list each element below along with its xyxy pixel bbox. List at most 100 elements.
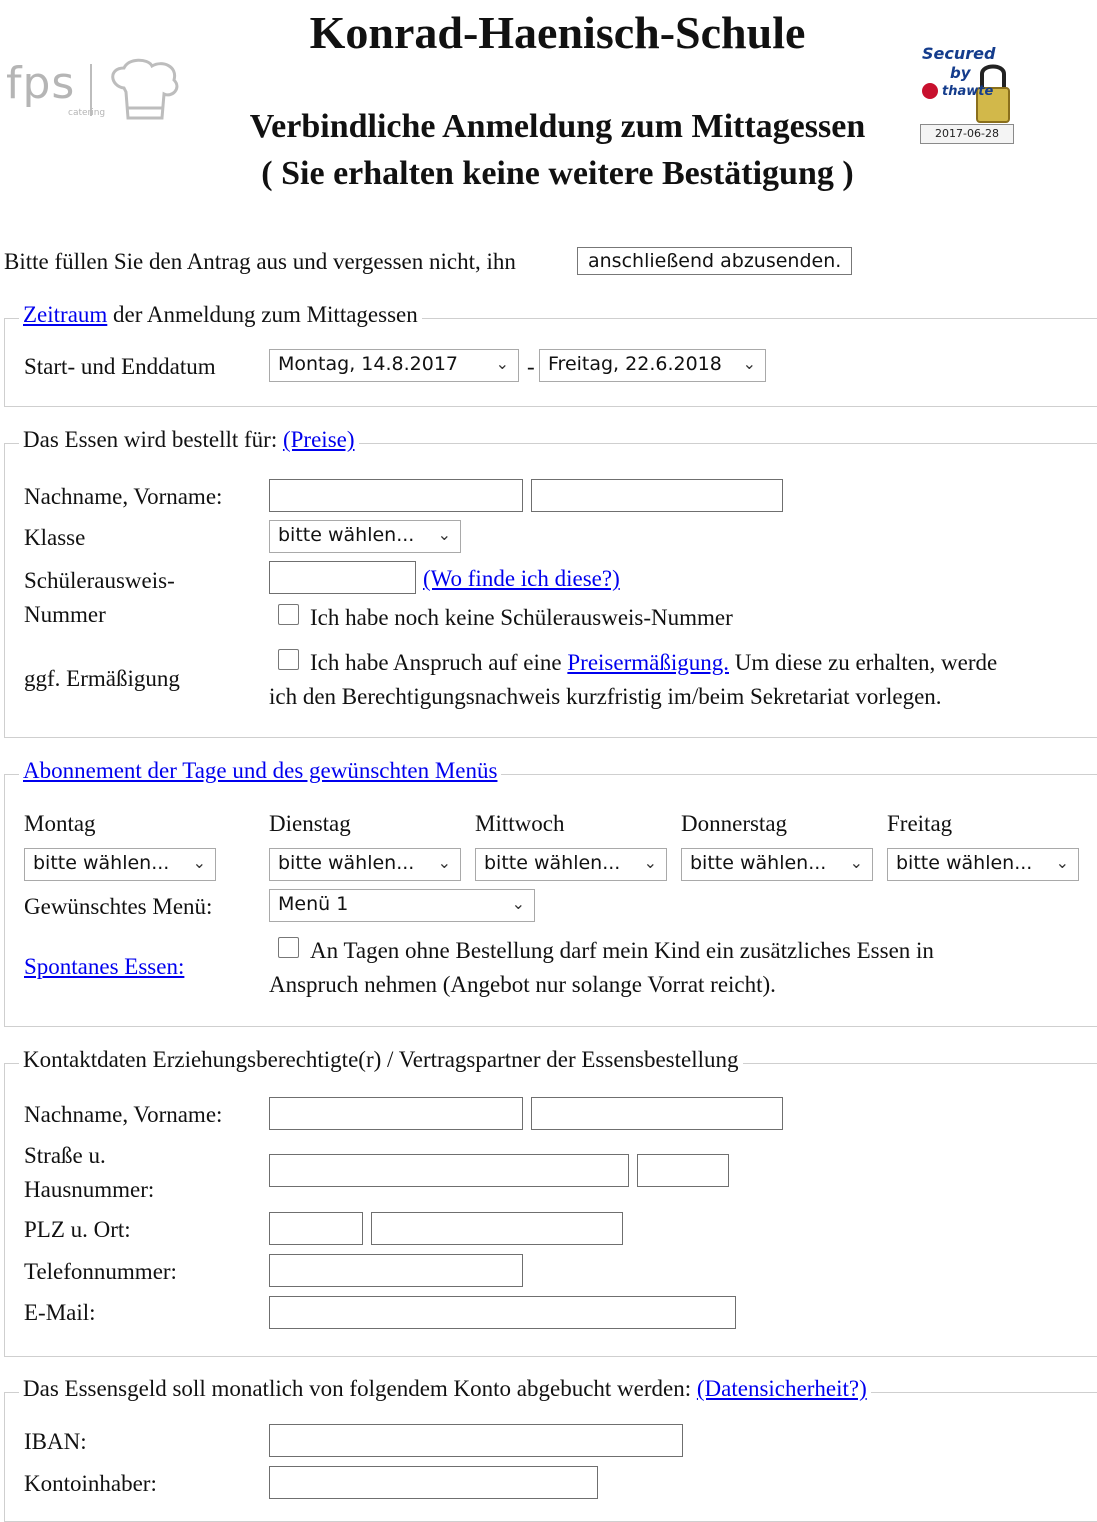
end-date-value: Freitag, 22.6.2018 bbox=[548, 353, 722, 375]
payment-legend: Das Essensgeld soll monatlich von folgen… bbox=[19, 1376, 871, 1402]
monday-value: bitte wählen... bbox=[33, 852, 170, 874]
end-date-select[interactable]: Freitag, 22.6.2018 ⌄ bbox=[539, 349, 766, 382]
iban-input[interactable] bbox=[269, 1424, 683, 1457]
seal-by-text: by bbox=[950, 64, 971, 82]
class-value: bitte wählen... bbox=[278, 524, 415, 546]
day-label-thursday: Donnerstag bbox=[681, 811, 788, 836]
chevron-down-icon: ⌄ bbox=[643, 853, 657, 872]
discount-label: ggf. Ermäßigung bbox=[24, 666, 180, 691]
chevron-down-icon: ⌄ bbox=[1055, 853, 1069, 872]
contact-fieldset: Kontaktdaten Erziehungsberechtigte(r) / … bbox=[4, 1047, 1097, 1357]
day-label-wednesday: Mittwoch bbox=[475, 811, 565, 836]
email-input[interactable] bbox=[269, 1296, 736, 1329]
house-number-input[interactable] bbox=[637, 1154, 729, 1187]
tuesday-select[interactable]: bitte wählen... ⌄ bbox=[269, 848, 461, 881]
data-security-link[interactable]: (Datensicherheit?) bbox=[697, 1376, 867, 1401]
order-for-fieldset: Das Essen wird bestellt für: (Preise) Na… bbox=[4, 427, 1097, 738]
thawte-logo-icon bbox=[922, 83, 938, 100]
spontaneous-meal-text: An Tagen ohne Bestellung darf mein Kind … bbox=[310, 938, 934, 963]
student-id-help-link[interactable]: (Wo finde ich diese?) bbox=[423, 566, 620, 592]
discount-text: Ich habe Anspruch auf eine Preisermäßigu… bbox=[310, 650, 997, 676]
city-input[interactable] bbox=[371, 1212, 623, 1245]
student-id-label-line2: Nummer bbox=[24, 602, 106, 627]
day-label-tuesday: Dienstag bbox=[269, 811, 351, 836]
guardian-firstname-input[interactable] bbox=[531, 1097, 783, 1130]
zip-city-label: PLZ u. Ort: bbox=[24, 1217, 131, 1242]
subscription-link[interactable]: Abonnement der Tage und des gewünschten … bbox=[23, 758, 497, 783]
street-label: Straße u. bbox=[24, 1143, 106, 1168]
date-range-label: Start- und Enddatum bbox=[24, 354, 216, 379]
discount-text-line2: ich den Berechtigungsnachweis kurzfristi… bbox=[269, 684, 942, 709]
tuesday-value: bitte wählen... bbox=[278, 852, 415, 874]
friday-select[interactable]: bitte wählen... ⌄ bbox=[887, 848, 1079, 881]
payment-fieldset: Das Essensgeld soll monatlich von folgen… bbox=[4, 1376, 1097, 1522]
chevron-down-icon: ⌄ bbox=[511, 894, 525, 913]
discount-text-a: Ich habe Anspruch auf eine bbox=[310, 650, 568, 675]
date-separator: - bbox=[527, 354, 535, 379]
day-label-friday: Freitag bbox=[887, 811, 953, 836]
period-legend: Zeitraum der Anmeldung zum Mittagessen bbox=[19, 302, 422, 328]
start-date-value: Montag, 14.8.2017 bbox=[278, 353, 458, 375]
thawte-logo: thawte bbox=[922, 82, 1008, 104]
chevron-down-icon: ⌄ bbox=[495, 354, 509, 373]
student-id-input[interactable] bbox=[269, 561, 416, 594]
contact-legend: Kontaktdaten Erziehungsberechtigte(r) / … bbox=[19, 1047, 743, 1073]
thawte-brand-text: thawte bbox=[942, 83, 994, 99]
chevron-down-icon: ⌄ bbox=[437, 525, 451, 544]
class-label: Klasse bbox=[24, 525, 86, 550]
child-firstname-input[interactable] bbox=[531, 479, 783, 512]
student-id-label: Schülerausweis- bbox=[24, 568, 175, 593]
wednesday-value: bitte wählen... bbox=[484, 852, 621, 874]
payment-legend-text: Das Essensgeld soll monatlich von folgen… bbox=[23, 1376, 697, 1401]
zip-input[interactable] bbox=[269, 1212, 363, 1245]
account-holder-input[interactable] bbox=[269, 1466, 598, 1499]
spontaneous-meal-link[interactable]: Spontanes Essen: bbox=[24, 954, 184, 980]
period-fieldset: Zeitraum der Anmeldung zum Mittagessen S… bbox=[4, 302, 1097, 407]
discount-text-b: Um diese zu erhalten, werde bbox=[728, 650, 998, 675]
street-label-line2: Hausnummer: bbox=[24, 1177, 155, 1202]
intro-text: Bitte füllen Sie den Antrag aus und verg… bbox=[4, 249, 516, 274]
menu-label: Gewünschtes Menü: bbox=[24, 894, 213, 919]
class-select[interactable]: bitte wählen... ⌄ bbox=[269, 520, 461, 553]
confirmation-note: ( Sie erhalten keine weitere Bestätigung… bbox=[261, 155, 854, 192]
form-heading: Verbindliche Anmeldung zum Mittagessen bbox=[249, 108, 866, 145]
discount-link[interactable]: Preisermäßigung. bbox=[567, 650, 729, 675]
period-link[interactable]: Zeitraum bbox=[23, 302, 107, 327]
chevron-down-icon: ⌄ bbox=[192, 853, 206, 872]
child-lastname-input[interactable] bbox=[269, 479, 523, 512]
period-legend-text: der Anmeldung zum Mittagessen bbox=[107, 302, 418, 327]
submit-button[interactable]: anschließend abzusenden. bbox=[577, 247, 853, 275]
subscription-fieldset: Abonnement der Tage und des gewünschten … bbox=[4, 758, 1097, 1027]
menu-value: Menü 1 bbox=[278, 893, 349, 915]
prices-link[interactable]: (Preise) bbox=[283, 427, 355, 452]
street-input[interactable] bbox=[269, 1154, 629, 1187]
start-date-select[interactable]: Montag, 14.8.2017 ⌄ bbox=[269, 349, 519, 382]
chevron-down-icon: ⌄ bbox=[742, 354, 756, 373]
order-for-legend-text: Das Essen wird bestellt für: bbox=[23, 427, 283, 452]
friday-value: bitte wählen... bbox=[896, 852, 1033, 874]
iban-label: IBAN: bbox=[24, 1429, 87, 1454]
discount-checkbox[interactable] bbox=[278, 649, 299, 670]
child-name-label: Nachname, Vorname: bbox=[24, 484, 223, 509]
logo-text: fps bbox=[6, 58, 76, 109]
chevron-down-icon: ⌄ bbox=[849, 853, 863, 872]
monday-select[interactable]: bitte wählen... ⌄ bbox=[24, 848, 216, 881]
menu-select[interactable]: Menü 1 ⌄ bbox=[269, 889, 535, 922]
no-student-id-text: Ich habe noch keine Schülerausweis-Numme… bbox=[310, 605, 733, 630]
thursday-value: bitte wählen... bbox=[690, 852, 827, 874]
subscription-legend: Abonnement der Tage und des gewünschten … bbox=[19, 758, 502, 784]
account-holder-label: Kontoinhaber: bbox=[24, 1471, 157, 1496]
thursday-select[interactable]: bitte wählen... ⌄ bbox=[681, 848, 873, 881]
email-label: E-Mail: bbox=[24, 1300, 96, 1325]
day-label-monday: Montag bbox=[24, 811, 96, 836]
guardian-lastname-input[interactable] bbox=[269, 1097, 523, 1130]
chevron-down-icon: ⌄ bbox=[437, 853, 451, 872]
spontaneous-meal-checkbox[interactable] bbox=[278, 937, 299, 958]
guardian-name-label: Nachname, Vorname: bbox=[24, 1102, 223, 1127]
spontaneous-meal-text-line2: Anspruch nehmen (Angebot nur solange Vor… bbox=[269, 972, 776, 997]
wednesday-select[interactable]: bitte wählen... ⌄ bbox=[475, 848, 667, 881]
phone-label: Telefonnummer: bbox=[24, 1259, 177, 1284]
order-for-legend: Das Essen wird bestellt für: (Preise) bbox=[19, 427, 359, 453]
no-student-id-checkbox[interactable] bbox=[278, 604, 299, 625]
phone-input[interactable] bbox=[269, 1254, 523, 1287]
